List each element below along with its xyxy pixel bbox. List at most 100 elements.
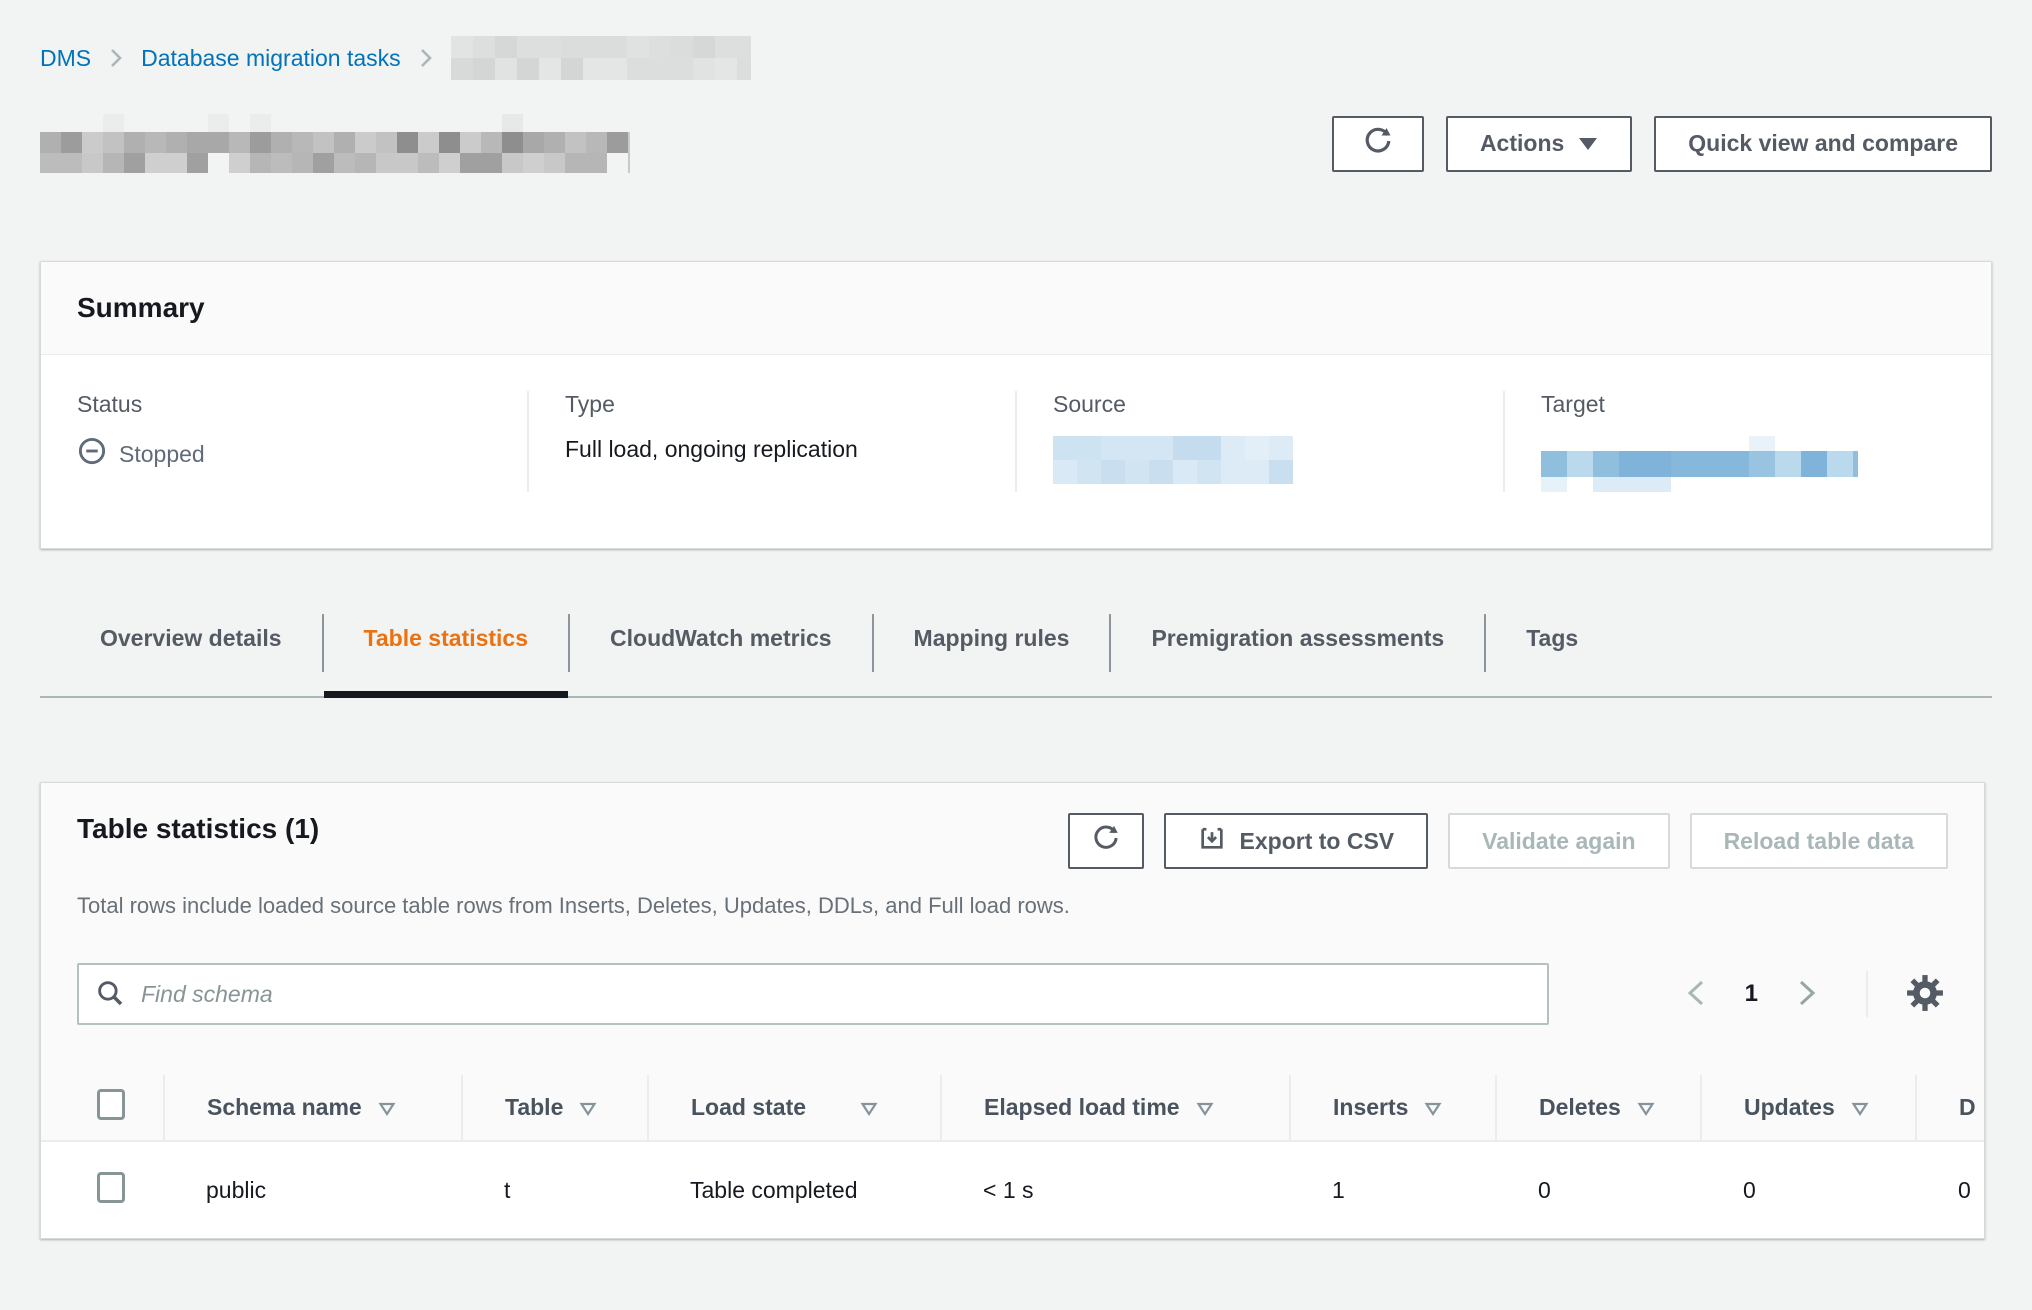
source-value-redacted [1053, 436, 1293, 484]
column-label: Load state [691, 1094, 806, 1120]
breadcrumb-link-dms[interactable]: DMS [40, 45, 91, 72]
summary-title: Summary [77, 292, 1955, 324]
pagination-divider [1866, 971, 1868, 1017]
summary-panel: Summary Status Stopped Type Full load, [40, 261, 1992, 549]
column-header-deletes[interactable]: Deletes [1496, 1075, 1701, 1141]
reload-table-data-label: Reload table data [1724, 828, 1914, 855]
table-header-row: Schema name Table Load state Elapsed loa… [41, 1075, 1985, 1141]
summary-type-column: Type Full load, ongoing replication [527, 391, 1015, 492]
table-row[interactable]: public t Table completed < 1 s 1 0 0 0 [41, 1141, 1985, 1238]
summary-status-column: Status Stopped [41, 391, 527, 492]
column-header-inserts[interactable]: Inserts [1290, 1075, 1496, 1141]
table-refresh-button[interactable] [1068, 813, 1144, 869]
refresh-button[interactable] [1332, 116, 1424, 172]
export-to-csv-button[interactable]: Export to CSV [1164, 813, 1429, 869]
sort-icon [579, 1095, 597, 1121]
column-label: Table [505, 1094, 563, 1120]
status-label: Status [77, 391, 491, 418]
sort-icon [1637, 1095, 1655, 1121]
chevron-right-icon [419, 47, 433, 69]
quick-view-and-compare-button[interactable]: Quick view and compare [1654, 116, 1992, 172]
tab-premigration-assessments[interactable]: Premigration assessments [1111, 609, 1484, 696]
column-header-load-state[interactable]: Load state [648, 1075, 941, 1141]
status-text: Stopped [119, 441, 205, 468]
previous-page-button[interactable] [1677, 970, 1715, 1019]
table-statistics-table: Schema name Table Load state Elapsed loa… [41, 1075, 1985, 1238]
actions-button[interactable]: Actions [1446, 116, 1632, 172]
summary-body: Status Stopped Type Full load, ongoing r… [41, 355, 1991, 548]
status-value: Stopped [77, 436, 491, 472]
column-header-table[interactable]: Table [462, 1075, 648, 1141]
next-page-button[interactable] [1788, 970, 1826, 1019]
summary-source-column: Source [1015, 391, 1503, 492]
page-title-redacted [40, 114, 630, 173]
column-label: Updates [1744, 1094, 1835, 1120]
column-label: Inserts [1333, 1094, 1408, 1120]
table-statistics-panel: Table statistics (1) [40, 782, 1985, 1239]
filter-row: 1 [41, 919, 1984, 1075]
gear-icon [1906, 974, 1944, 1015]
validate-again-button[interactable]: Validate again [1448, 813, 1669, 869]
refresh-icon [1362, 125, 1394, 163]
target-label: Target [1541, 391, 1955, 418]
tab-cloudwatch-metrics[interactable]: CloudWatch metrics [570, 609, 872, 696]
schema-search [77, 963, 1549, 1025]
chevron-right-icon [109, 47, 123, 69]
page-header: Actions Quick view and compare [40, 114, 1992, 173]
table-preferences-button[interactable] [1902, 970, 1948, 1019]
table-statistics-title: Table statistics (1) [77, 813, 319, 845]
current-page-number: 1 [1745, 980, 1758, 1008]
dms-task-page: { "breadcrumb": { "dms": "DMS", "tasks":… [0, 36, 2032, 1310]
find-schema-input[interactable] [77, 963, 1549, 1025]
select-all-header-cell [41, 1075, 164, 1141]
column-header-updates[interactable]: Updates [1701, 1075, 1916, 1141]
search-icon [95, 978, 125, 1013]
tab-overview-details[interactable]: Overview details [60, 609, 322, 696]
cell-elapsed-load-time: < 1 s [941, 1141, 1290, 1238]
breadcrumb-task-name-redacted [451, 36, 751, 80]
breadcrumb-link-tasks[interactable]: Database migration tasks [141, 45, 401, 72]
refresh-icon [1091, 823, 1121, 859]
column-label: Deletes [1539, 1094, 1621, 1120]
quick-view-button-label: Quick view and compare [1688, 130, 1958, 157]
download-icon [1198, 824, 1226, 858]
cell-updates: 0 [1701, 1141, 1916, 1238]
cell-inserts: 1 [1290, 1141, 1496, 1238]
source-label: Source [1053, 391, 1467, 418]
sort-icon [378, 1095, 396, 1121]
tab-mapping-rules[interactable]: Mapping rules [874, 609, 1110, 696]
cell-table: t [462, 1141, 648, 1238]
breadcrumb: DMS Database migration tasks [40, 36, 1992, 80]
tab-table-statistics[interactable]: Table statistics [324, 609, 568, 696]
table-statistics-description: Total rows include loaded source table r… [41, 869, 1984, 919]
table-statistics-header: Table statistics (1) [41, 783, 1984, 869]
summary-panel-header: Summary [41, 262, 1991, 355]
column-label: D [1959, 1094, 1976, 1120]
select-all-checkbox[interactable] [97, 1089, 125, 1120]
export-to-csv-label: Export to CSV [1240, 828, 1395, 855]
reload-table-data-button[interactable]: Reload table data [1690, 813, 1948, 869]
column-label: Schema name [207, 1094, 362, 1120]
header-toolbar: Actions Quick view and compare [1332, 116, 1992, 172]
type-value: Full load, ongoing replication [565, 436, 979, 463]
sort-icon [1196, 1095, 1214, 1121]
cell-deletes: 0 [1496, 1141, 1701, 1238]
detail-tabs: Overview details Table statistics CloudW… [40, 609, 1992, 698]
tab-tags[interactable]: Tags [1486, 609, 1618, 696]
chevron-right-icon [1794, 976, 1820, 1013]
pagination: 1 [1677, 970, 1948, 1019]
stopped-icon [77, 436, 107, 472]
column-header-ddls-clipped[interactable]: D [1916, 1075, 1985, 1141]
row-checkbox[interactable] [97, 1172, 125, 1203]
column-header-elapsed-load-time[interactable]: Elapsed load time [941, 1075, 1290, 1141]
type-label: Type [565, 391, 979, 418]
column-header-schema-name[interactable]: Schema name [164, 1075, 462, 1141]
cell-ddls-clipped: 0 [1916, 1141, 1985, 1238]
validate-again-label: Validate again [1482, 828, 1635, 855]
target-value-redacted [1541, 436, 1858, 492]
chevron-left-icon [1683, 976, 1709, 1013]
caret-down-icon [1578, 130, 1598, 157]
sort-icon [1851, 1095, 1869, 1121]
column-label: Elapsed load time [984, 1094, 1180, 1120]
sort-icon [1424, 1095, 1442, 1121]
